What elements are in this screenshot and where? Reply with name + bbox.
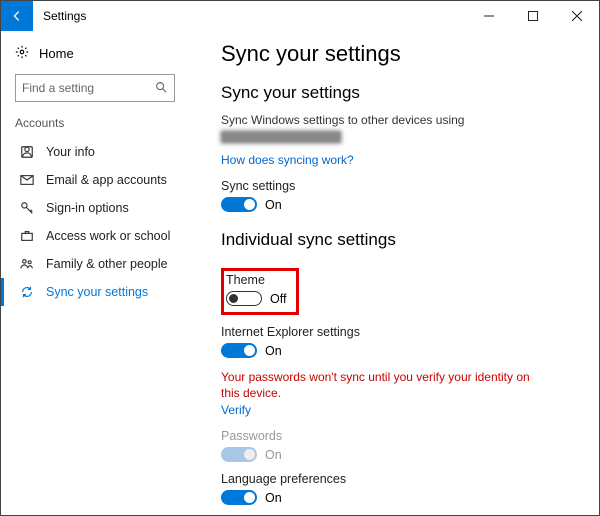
content-pane: Sync your settings Sync your settings Sy… xyxy=(189,31,599,515)
sidebar-item-your-info[interactable]: Your info xyxy=(1,138,189,166)
toggle-switch[interactable] xyxy=(221,343,257,358)
link-verify[interactable]: Verify xyxy=(221,403,251,417)
highlight-box: Theme Off xyxy=(221,268,299,315)
sidebar-item-label: Sign-in options xyxy=(46,201,129,215)
key-icon xyxy=(18,201,36,215)
toggle-label: Theme xyxy=(226,273,286,287)
briefcase-icon xyxy=(18,229,36,243)
toggle-state: On xyxy=(265,448,282,462)
person-icon xyxy=(18,145,36,159)
password-warning: Your passwords won't sync until you veri… xyxy=(221,370,541,401)
section-heading-sync: Sync your settings xyxy=(221,83,599,103)
sidebar-item-family[interactable]: Family & other people xyxy=(1,250,189,278)
sidebar-item-label: Your info xyxy=(46,145,95,159)
toggle-ie: Internet Explorer settings On xyxy=(221,325,599,358)
toggle-switch[interactable] xyxy=(221,197,257,212)
sidebar-item-email[interactable]: Email & app accounts xyxy=(1,166,189,194)
titlebar: Settings xyxy=(1,1,599,31)
sidebar-item-signin[interactable]: Sign-in options xyxy=(1,194,189,222)
toggle-label: Language preferences xyxy=(221,472,599,486)
sidebar-item-label: Family & other people xyxy=(46,257,168,271)
toggle-label: Passwords xyxy=(221,429,599,443)
redacted-account xyxy=(221,131,341,143)
toggle-state: On xyxy=(265,344,282,358)
toggle-passwords: Passwords On xyxy=(221,429,599,462)
sidebar-item-sync[interactable]: Sync your settings xyxy=(1,278,189,306)
mail-icon xyxy=(18,173,36,187)
window-title: Settings xyxy=(43,9,467,23)
toggle-state: On xyxy=(265,198,282,212)
sync-description: Sync Windows settings to other devices u… xyxy=(221,113,599,127)
sidebar-section: Accounts xyxy=(1,116,189,138)
page-title: Sync your settings xyxy=(221,41,599,67)
toggle-theme: Theme Off xyxy=(226,273,286,306)
home-label: Home xyxy=(39,46,74,61)
back-button[interactable] xyxy=(1,1,33,31)
sidebar-item-label: Sync your settings xyxy=(46,285,148,299)
search-icon xyxy=(154,80,168,97)
section-heading-individual: Individual sync settings xyxy=(221,230,599,250)
toggle-label: Sync settings xyxy=(221,179,599,193)
toggle-state: On xyxy=(265,491,282,505)
toggle-switch xyxy=(221,447,257,462)
minimize-button[interactable] xyxy=(467,1,511,31)
toggle-sync-settings: Sync settings On xyxy=(221,179,599,212)
maximize-button[interactable] xyxy=(511,1,555,31)
toggle-switch[interactable] xyxy=(221,490,257,505)
sidebar-item-work[interactable]: Access work or school xyxy=(1,222,189,250)
people-icon xyxy=(18,257,36,271)
link-how-syncing[interactable]: How does syncing work? xyxy=(221,153,354,167)
close-button[interactable] xyxy=(555,1,599,31)
sidebar-item-label: Email & app accounts xyxy=(46,173,167,187)
toggle-state: Off xyxy=(270,292,286,306)
window-controls xyxy=(467,1,599,31)
toggle-switch[interactable] xyxy=(226,291,262,306)
gear-icon xyxy=(15,45,29,62)
search-placeholder: Find a setting xyxy=(22,81,94,95)
home-nav[interactable]: Home xyxy=(1,41,189,70)
sync-icon xyxy=(18,285,36,299)
nav-list: Your info Email & app accounts Sign-in o… xyxy=(1,138,189,306)
search-input[interactable]: Find a setting xyxy=(15,74,175,102)
toggle-label: Internet Explorer settings xyxy=(221,325,599,339)
toggle-language: Language preferences On xyxy=(221,472,599,505)
sidebar: Home Find a setting Accounts Your info E… xyxy=(1,31,189,515)
sidebar-item-label: Access work or school xyxy=(46,229,170,243)
